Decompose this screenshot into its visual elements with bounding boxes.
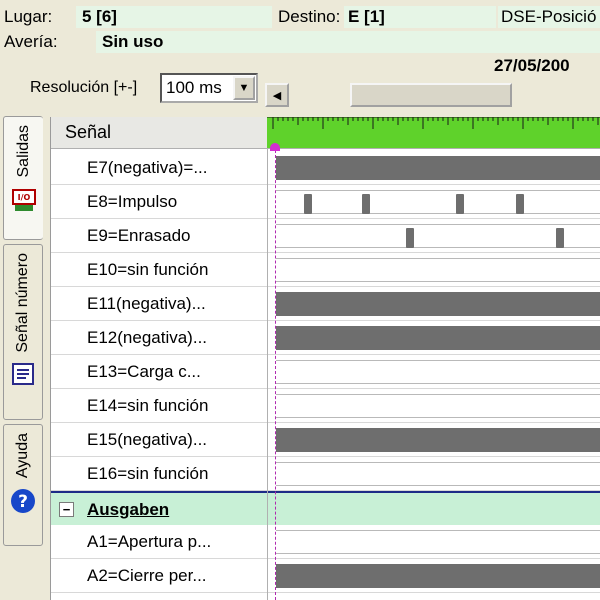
- signal-grid: Señal E7(negativa)=... E8=Impulso E9=Enras…: [50, 117, 600, 600]
- signal-name: E7(negativa)=...: [87, 157, 208, 177]
- signal-name: E9=Enrasado: [87, 225, 191, 245]
- header-row-location: Lugar: 5 [6] Destino: E [1] DSE-Posició: [0, 6, 600, 28]
- svg-text:?: ?: [18, 492, 28, 512]
- averia-label: Avería:: [4, 32, 58, 51]
- table-row[interactable]: A1=Apertura p...: [51, 525, 600, 559]
- signal-trace: [276, 224, 600, 248]
- tab-salidas[interactable]: Salidas I/O: [3, 116, 43, 240]
- signal-pulse: [556, 228, 564, 248]
- section-title[interactable]: Ausgaben: [87, 500, 169, 520]
- table-row[interactable]: A2=Cierre per...: [51, 559, 600, 593]
- signal-name: A1=Apertura p...: [87, 531, 212, 551]
- column-header-senal[interactable]: Señal: [51, 117, 267, 149]
- tab-ayuda-label: Ayuda: [14, 433, 31, 479]
- chevron-down-icon[interactable]: ▼: [233, 76, 255, 100]
- table-row[interactable]: E11(negativa)...: [51, 287, 600, 321]
- lugar-label: Lugar:: [4, 7, 53, 26]
- lugar-value: 5 [6]: [76, 6, 272, 28]
- time-cursor-marker[interactable]: [270, 143, 280, 151]
- list-icon: [12, 362, 34, 390]
- signal-trace: [276, 156, 600, 180]
- column-header-label: Señal: [65, 122, 112, 142]
- signal-pulse: [406, 228, 414, 248]
- signal-trace: [276, 190, 600, 214]
- signal-name: E8=Impulso: [87, 191, 178, 211]
- signal-trace: [276, 462, 600, 486]
- section-header-ausgaben[interactable]: − Ausgaben: [51, 491, 600, 525]
- table-row[interactable]: E8=Impulso: [51, 185, 600, 219]
- column-separator: [267, 149, 268, 600]
- signal-name: E10=sin función: [87, 259, 209, 279]
- signal-trace: [276, 360, 600, 384]
- signal-name: E15(negativa)...: [87, 429, 208, 449]
- help-icon: ?: [10, 488, 36, 519]
- side-tab-bar: Salidas I/O Señal número Ayuda ?: [0, 112, 50, 600]
- header-row-fault: Avería: Sin uso: [0, 31, 600, 53]
- tab-senal-numero[interactable]: Señal número: [3, 244, 43, 420]
- dse-label-text: DSE-Posició: [501, 7, 597, 26]
- signal-trace: [276, 394, 600, 418]
- tab-ayuda[interactable]: Ayuda ?: [3, 424, 43, 546]
- arrow-left-icon: ◀: [272, 89, 282, 102]
- date-display: 27/05/200: [494, 56, 570, 75]
- signal-trace: [276, 530, 600, 554]
- signal-name: E13=Carga c...: [87, 361, 201, 381]
- svg-text:I/O: I/O: [17, 193, 30, 202]
- resolution-select[interactable]: 100 ms ▼: [160, 73, 258, 103]
- scroll-left-button[interactable]: ◀: [265, 83, 289, 107]
- signal-trace: [276, 258, 600, 282]
- destino-label: Destino:: [278, 7, 341, 26]
- table-row[interactable]: E15(negativa)...: [51, 423, 600, 457]
- signal-pulse: [304, 194, 312, 214]
- signal-name: E12(negativa)...: [87, 327, 208, 347]
- signal-pulse: [362, 194, 370, 214]
- table-row[interactable]: E12(negativa)...: [51, 321, 600, 355]
- ruler-ticks: [267, 117, 600, 129]
- table-row[interactable]: E9=Enrasado: [51, 219, 600, 253]
- timeline-ruler[interactable]: [267, 117, 600, 149]
- tab-senal-numero-label: Señal número: [14, 253, 31, 353]
- signal-name: E14=sin función: [87, 395, 209, 415]
- signal-trace: [276, 292, 600, 316]
- signal-name: A2=Cierre per...: [87, 565, 207, 585]
- time-cursor-line[interactable]: [275, 145, 276, 600]
- table-row[interactable]: E13=Carga c...: [51, 355, 600, 389]
- collapse-icon[interactable]: −: [59, 502, 74, 517]
- signal-pulse: [516, 194, 524, 214]
- dse-label: DSE-Posició: [498, 6, 600, 28]
- table-row[interactable]: E7(negativa)=...: [51, 151, 600, 185]
- resolution-value: 100 ms: [166, 78, 222, 97]
- resolution-label: Resolución [+-]: [30, 79, 138, 96]
- signal-pulse: [456, 194, 464, 214]
- tab-salidas-label: Salidas: [14, 125, 32, 178]
- signal-trace: [276, 428, 600, 452]
- table-row[interactable]: E10=sin función: [51, 253, 600, 287]
- signal-name: E11(negativa)...: [87, 293, 206, 313]
- averia-value: Sin uso: [96, 31, 600, 53]
- table-row[interactable]: E16=sin función: [51, 457, 600, 491]
- scrollbar-thumb[interactable]: [350, 83, 512, 107]
- destino-value: E [1]: [344, 6, 496, 28]
- signal-trace: [276, 564, 600, 588]
- io-icon: I/O: [11, 187, 37, 218]
- signal-name: E16=sin función: [87, 463, 209, 483]
- table-row[interactable]: E14=sin función: [51, 389, 600, 423]
- signal-trace: [276, 326, 600, 350]
